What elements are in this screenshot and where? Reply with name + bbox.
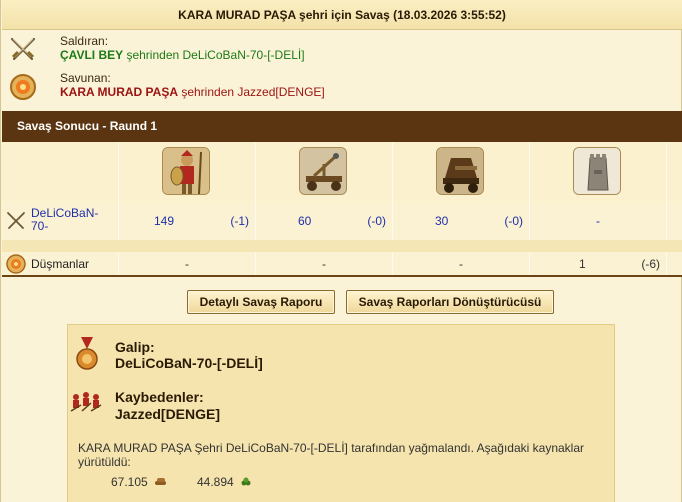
attacker-line: ÇAVLI BEY şehrinden DeLiCoBaN-70-[-DELİ] (60, 48, 305, 62)
defender-city-text: şehrinden Jazzed[DENGE] (178, 85, 325, 99)
report-title: KARA MURAD PAŞA şehri için Savaş (18.03.… (2, 0, 682, 30)
crossed-swords-icon (7, 212, 25, 229)
unit-count: 1 (579, 257, 586, 271)
attacker-row-name-link[interactable]: DeLiCoBaN-70- (31, 207, 111, 233)
losers-heading: Kaybedenler: (115, 389, 204, 405)
wine-icon (241, 477, 251, 486)
defender-line: KARA MURAD PAŞA şehrinden Jazzed[DENGE] (60, 85, 325, 99)
wood-icon (155, 478, 167, 485)
unit-column-wall (530, 142, 667, 202)
result-header: Savaş Sonucu - Raund 1 (2, 111, 682, 142)
unit-loss: (-1) (230, 214, 249, 228)
empty-value: - (459, 257, 463, 271)
empty-value: - (596, 214, 600, 228)
empty-value: - (185, 257, 189, 271)
catapult-icon (299, 147, 347, 195)
unit-header-row (2, 142, 682, 202)
enemy-cell-ram: - (393, 252, 530, 275)
enemy-cell-hoplite: - (119, 252, 256, 275)
resource-amount: 67.105 (111, 475, 148, 489)
unit-count: 60 (298, 214, 312, 228)
crossed-swords-icon (10, 37, 36, 61)
unit-column-catapult (256, 142, 393, 202)
resource-amount: 44.894 (197, 475, 234, 489)
enemy-cell-wall: 1 (-6) (530, 252, 667, 275)
attacker-city-text: şehrinden DeLiCoBaN-70-[-DELİ] (123, 48, 305, 62)
row-end (667, 252, 682, 275)
winner-name: DeLiCoBaN-70-[-DELİ] (115, 355, 263, 371)
attacker-section: Saldıran: ÇAVLI BEY şehrinden DeLiCoBaN-… (7, 34, 407, 68)
unit-loss: (-6) (641, 257, 660, 271)
unit-loss: (-0) (504, 214, 523, 228)
unit-header-end (667, 142, 682, 202)
unit-loss: (-0) (367, 214, 386, 228)
row-end (667, 202, 682, 240)
attacker-cell-ram: 30 (-0) (393, 202, 530, 240)
winner-heading: Galip: (115, 339, 155, 355)
attacker-player-link[interactable]: ÇAVLI BEY (60, 48, 123, 62)
unit-column-hoplite (119, 142, 256, 202)
unit-header-spacer (2, 142, 119, 202)
report-converter-button[interactable]: Savaş Raporları Dönüştürücüsü (346, 290, 554, 314)
row-separator (2, 240, 682, 252)
shield-target-icon (10, 74, 36, 100)
attacker-cell-wall: - (530, 202, 667, 240)
defender-section: Savunan: KARA MURAD PAŞA şehrinden Jazze… (7, 71, 407, 105)
enemy-units-row: Düşmanlar - - - 1 (-6) (2, 252, 682, 277)
defender-player-link[interactable]: KARA MURAD PAŞA (60, 85, 178, 99)
attacker-label: Saldıran: (60, 34, 109, 48)
enemy-row-name: Düşmanlar (31, 257, 90, 271)
unit-count: 30 (435, 214, 449, 228)
shield-target-icon (6, 254, 26, 274)
medal-icon (76, 337, 98, 370)
losers-name: Jazzed[DENGE] (115, 406, 221, 422)
wall-tower-icon (573, 147, 621, 195)
detailed-report-button[interactable]: Detaylı Savaş Raporu (187, 290, 335, 314)
battle-summary: Galip: DeLiCoBaN-70-[-DELİ] Kaybedenler:… (67, 324, 615, 502)
attacker-units-row: DeLiCoBaN-70- 149 (-1) 60 (-0) 30 (-0) - (2, 202, 682, 240)
attacker-cell-catapult: 60 (-0) (256, 202, 393, 240)
fallen-soldiers-icon (70, 392, 102, 412)
hoplite-icon (162, 147, 210, 195)
plunder-message: KARA MURAD PAŞA Şehri DeLiCoBaN-70-[-DEL… (78, 441, 585, 469)
battle-report-window: KARA MURAD PAŞA şehri için Savaş (18.03.… (0, 0, 682, 502)
resource-wine: 44.894 (197, 475, 253, 489)
attacker-row-label: DeLiCoBaN-70- (2, 202, 119, 240)
unit-count: 149 (154, 214, 175, 228)
empty-value: - (322, 257, 326, 271)
enemy-cell-catapult: - (256, 252, 393, 275)
resource-wood: 67.105 (111, 475, 167, 489)
defender-label: Savunan: (60, 71, 111, 85)
siege-ram-icon (436, 147, 484, 195)
unit-column-ram (393, 142, 530, 202)
attacker-cell-hoplite: 149 (-1) (119, 202, 256, 240)
enemy-row-label: Düşmanlar (2, 252, 119, 275)
